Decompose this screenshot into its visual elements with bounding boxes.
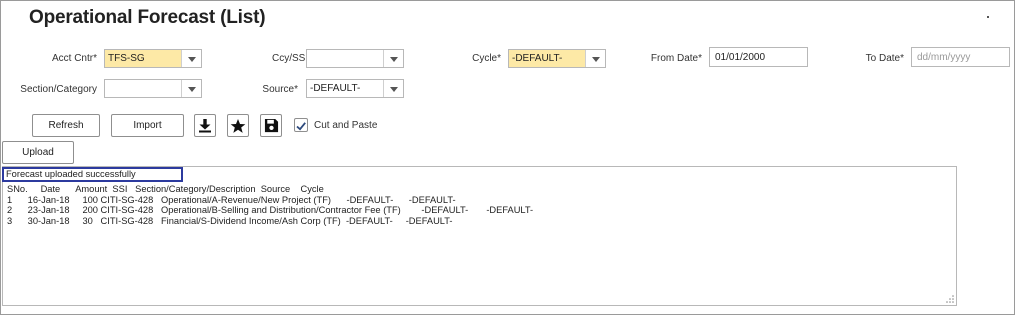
section-category-value — [105, 80, 181, 97]
data-row-line: 3 30-Jan-18 30 CITI-SG-428 Financial/S-D… — [7, 215, 453, 226]
chevron-down-icon[interactable] — [383, 80, 403, 97]
download-icon — [199, 119, 211, 133]
paste-textarea[interactable]: SNo. Date Amount SSI Section/Category/De… — [2, 166, 957, 306]
from-date-label: From Date* — [650, 53, 702, 64]
checkmark-icon — [296, 122, 306, 131]
download-button[interactable] — [194, 114, 216, 137]
status-message: Forecast uploaded successfully — [2, 167, 183, 182]
acct-cntr-label: Acct Cntr* — [51, 53, 97, 64]
save-icon — [264, 118, 278, 133]
star-icon — [230, 118, 246, 133]
cycle-value: -DEFAULT- — [509, 50, 585, 67]
menu-dot-icon — [987, 16, 989, 18]
chevron-down-icon[interactable] — [585, 50, 605, 67]
header-line: SNo. Date Amount SSI Section/Category/De… — [7, 184, 324, 194]
ccy-ssi-select[interactable] — [306, 49, 404, 68]
data-row-line: 1 16-Jan-18 100 CITI-SG-428 Operational/… — [7, 194, 456, 205]
upload-button[interactable]: Upload — [2, 141, 74, 164]
chevron-down-icon[interactable] — [383, 50, 403, 67]
save-button[interactable] — [260, 114, 282, 137]
source-select[interactable]: -DEFAULT- — [306, 79, 404, 98]
cycle-select[interactable]: -DEFAULT- — [508, 49, 606, 68]
favorite-button[interactable] — [227, 114, 249, 137]
chevron-down-icon[interactable] — [181, 50, 201, 67]
cycle-label: Cycle* — [472, 53, 501, 64]
cut-paste-checkbox[interactable] — [294, 118, 308, 132]
section-category-label: Section/Category — [20, 84, 97, 95]
section-category-select[interactable] — [104, 79, 202, 98]
resize-grip-icon[interactable] — [946, 295, 954, 303]
import-button[interactable]: Import — [111, 114, 184, 137]
from-date-field[interactable] — [709, 47, 808, 67]
chevron-down-icon[interactable] — [181, 80, 201, 97]
ccy-ssi-label: Ccy/SSI* — [271, 53, 312, 64]
source-value: -DEFAULT- — [310, 83, 361, 94]
acct-cntr-select[interactable]: TFS-SG — [104, 49, 202, 68]
data-row-line: 2 23-Jan-18 200 CITI-SG-428 Operational/… — [7, 205, 534, 215]
ccy-ssi-value — [307, 50, 383, 67]
cut-paste-label: Cut and Paste — [314, 120, 378, 131]
refresh-button[interactable]: Refresh — [32, 114, 100, 137]
page-title: Operational Forecast (List) — [29, 7, 266, 28]
to-date-field[interactable] — [911, 47, 1010, 67]
acct-cntr-value: TFS-SG — [105, 50, 181, 67]
to-date-label: To Date* — [865, 53, 904, 64]
source-label: Source* — [262, 84, 298, 95]
